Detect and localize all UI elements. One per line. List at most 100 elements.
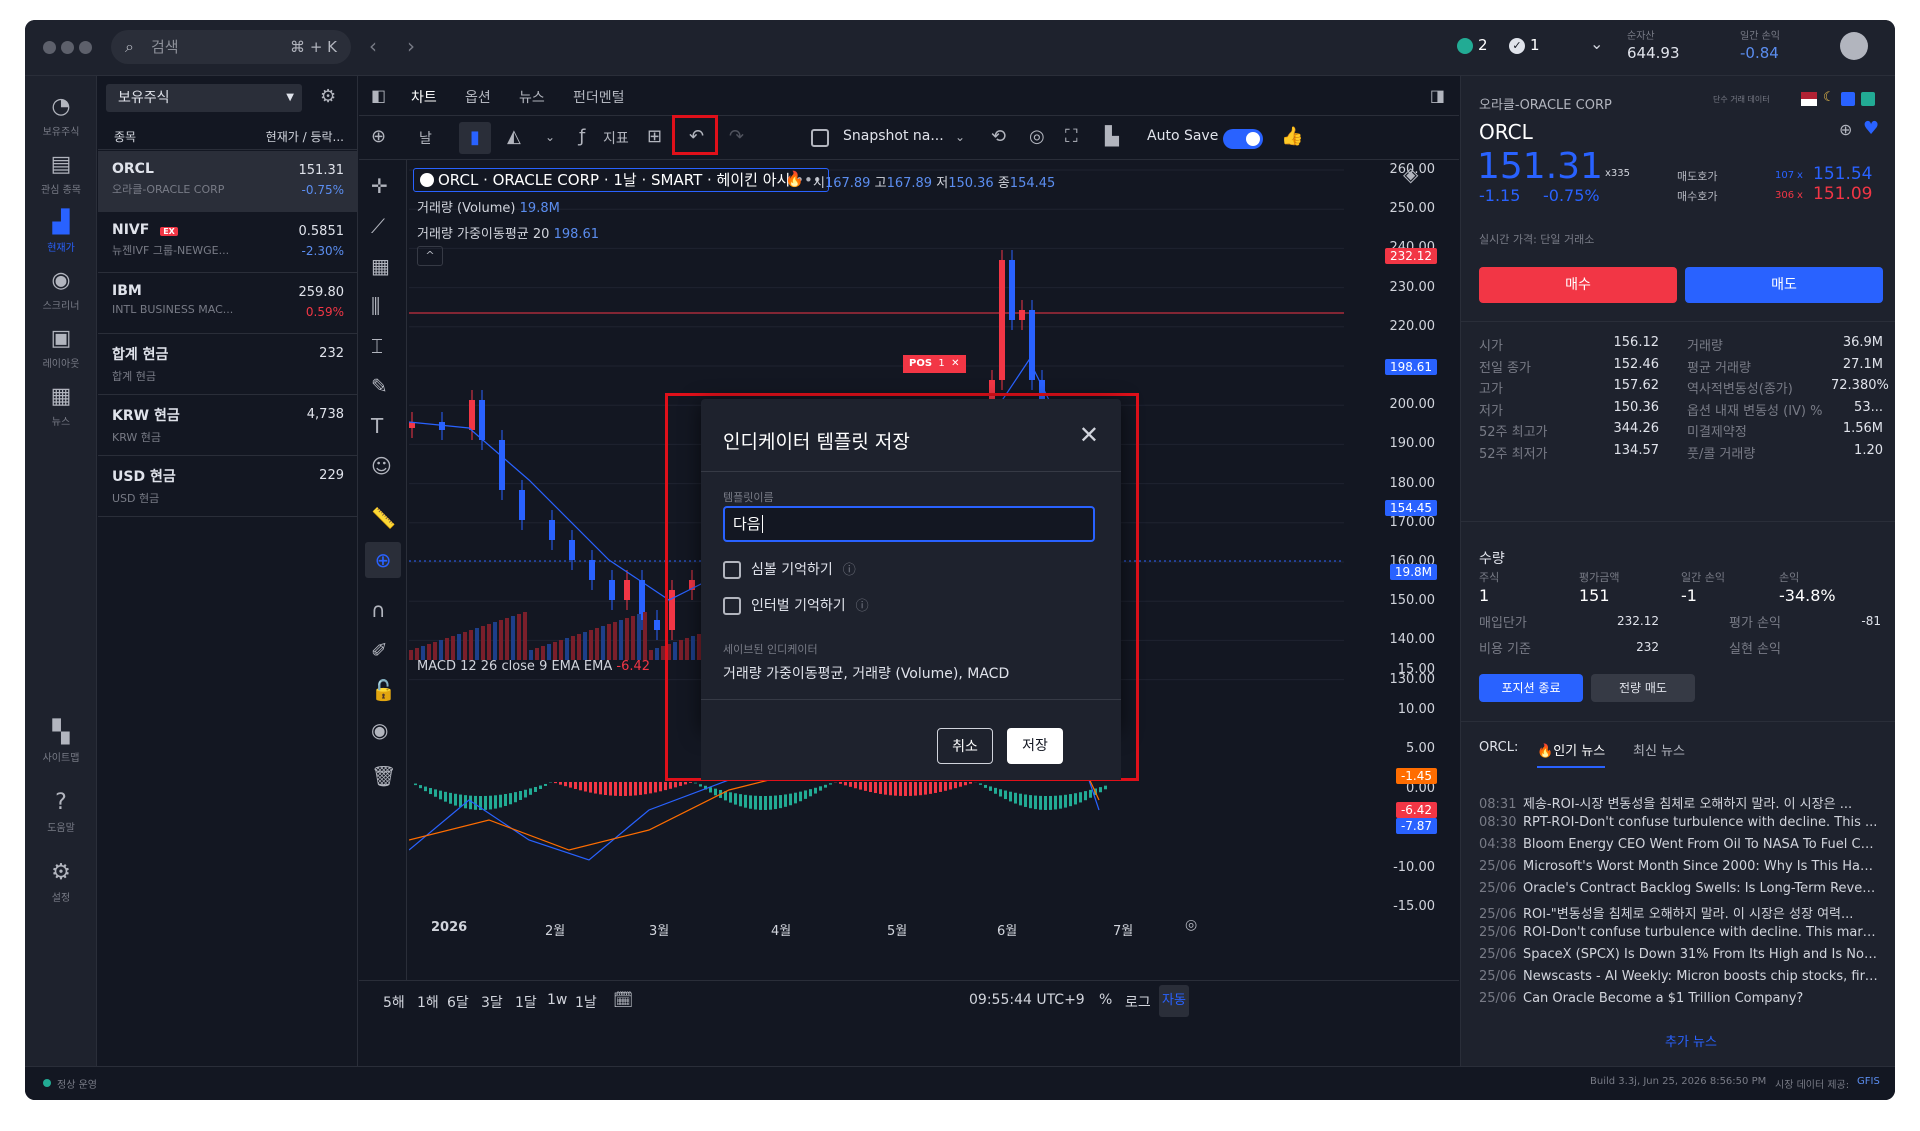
rail-item-help[interactable]: ? 도움말 <box>25 790 97 834</box>
eye-icon[interactable]: ◉ <box>371 718 388 742</box>
auto-scale-toggle[interactable]: 자동 <box>1159 985 1189 1017</box>
news-item[interactable]: 25/06 ROI-"변동성을 침체로 오해하지 말라. 이 시장은 성장 여력.… <box>1479 903 1879 922</box>
news-item[interactable]: 25/06 Newscasts - AI Weekly: Micron boost… <box>1479 969 1879 984</box>
brush-icon[interactable]: ✎ <box>371 374 388 398</box>
autosave-toggle[interactable] <box>1223 129 1263 149</box>
remember-interval-checkbox[interactable]: 인터벌 기억하기 ⓘ <box>723 595 869 615</box>
range-button[interactable]: 6달 <box>447 992 469 1012</box>
rail-item-portfolio[interactable]: ◔ 보유주식 <box>25 94 97 138</box>
text-icon[interactable]: T <box>371 414 383 438</box>
rail-item-screener[interactable]: ◉ 스크리너 <box>25 268 97 312</box>
news-item[interactable]: 08:30 RPT-ROI-Don't confuse turbulence wi… <box>1479 815 1879 830</box>
chevron-down-icon[interactable]: ⌄ <box>955 130 965 144</box>
panel-toggle-icon[interactable]: ◨ <box>1430 86 1445 105</box>
green-status-icon[interactable] <box>1457 38 1473 54</box>
news-item[interactable]: 25/06 SpaceX (SPCX) Is Down 31% From Its … <box>1479 947 1879 962</box>
rail-item-news[interactable]: ▦ 뉴스 <box>25 384 97 428</box>
watchlist-row[interactable]: ORCL 오라클-ORACLE CORP 151.31 -0.75% <box>98 151 358 212</box>
range-button[interactable]: 1w <box>547 992 567 1008</box>
snapshot-checkbox[interactable] <box>811 129 829 147</box>
cancel-button[interactable]: 취소 <box>937 728 993 764</box>
lock-icon[interactable]: 🔓 <box>371 678 396 702</box>
close-icon[interactable]: ✕ <box>951 358 959 369</box>
watchlist-row[interactable]: 합계 현금 합계 현금 232 <box>98 334 358 395</box>
remember-symbol-checkbox[interactable]: 심볼 기억하기 ⓘ <box>723 559 856 579</box>
percent-toggle[interactable]: % <box>1099 992 1112 1008</box>
range-button[interactable]: 1날 <box>575 992 597 1012</box>
watchlist-row[interactable]: USD 현금 USD 현금 229 <box>98 456 358 517</box>
tab-chart[interactable]: 차트 <box>411 87 437 107</box>
magnet-icon[interactable]: ∩ <box>371 598 386 622</box>
range-button[interactable]: 5해 <box>383 992 405 1012</box>
news-item[interactable]: 25/06 ROI-Don't confuse turbulence with d… <box>1479 925 1879 940</box>
heart-icon[interactable]: ♥ <box>1863 118 1879 139</box>
alert-bars-icon[interactable]: ▙ <box>1105 126 1119 147</box>
search-input[interactable]: ⌕ 검색 ⌘ + K <box>111 30 351 64</box>
info-icon[interactable]: ⓘ <box>856 599 869 614</box>
sidebar-toggle-icon[interactable]: ◧ <box>371 86 386 105</box>
col-price[interactable]: 현재가 / 등락... <box>266 128 344 145</box>
news-item[interactable]: 08:31 제송-ROI-시장 변동성을 침체로 오해하지 말라. 이 시장은 .… <box>1479 793 1879 812</box>
check-icon[interactable]: ✓ <box>1509 38 1525 54</box>
watchlist-row[interactable]: IBM INTL BUSINESS MAC... 259.80 0.59% <box>98 273 358 334</box>
tab-latest-news[interactable]: 최신 뉴스 <box>1633 740 1685 759</box>
tab-options[interactable]: 옵션 <box>465 87 491 107</box>
range-button[interactable]: 1달 <box>515 992 537 1012</box>
layers-icon[interactable]: ◈ <box>1403 162 1418 186</box>
function-icon[interactable]: ƒ <box>579 126 585 147</box>
emoji-icon[interactable]: ☺ <box>371 454 392 478</box>
add-symbol-icon[interactable]: ⊕ <box>371 126 386 147</box>
interval-button[interactable]: 날 <box>419 128 432 148</box>
forward-arrow-icon[interactable]: › <box>407 34 415 58</box>
pen-lock-icon[interactable]: ✐ <box>371 638 388 662</box>
rail-item-layout[interactable]: ▣ 레이아웃 <box>25 326 97 370</box>
camera-icon[interactable]: ◎ <box>1029 126 1045 147</box>
area-chart-icon[interactable]: ◭ <box>507 126 521 147</box>
tab-news[interactable]: 뉴스 <box>519 87 545 107</box>
back-arrow-icon[interactable]: ‹ <box>369 34 377 58</box>
candle-type-icon[interactable]: ▮ <box>459 122 491 154</box>
news-item[interactable]: 25/06 Microsoft's Worst Month Since 2000:… <box>1479 859 1879 874</box>
watchlist-row[interactable]: NIVF EX 뉴젠IVF 그룹-NEWGE... 0.5851 -2.30% <box>98 212 358 273</box>
sell-all-button[interactable]: 전량 매도 <box>1591 674 1695 702</box>
info-icon[interactable]: ⓘ <box>843 563 856 578</box>
news-item[interactable]: 25/06 Can Oracle Become a $1 Trillion Com… <box>1479 991 1879 1006</box>
buy-button[interactable]: 매수 <box>1479 267 1677 303</box>
col-symbol[interactable]: 종목 <box>114 128 136 145</box>
fib-icon[interactable]: ⫼ <box>371 294 380 318</box>
chevron-down-icon[interactable]: ⌄ <box>1590 34 1603 53</box>
watchlist-selector[interactable]: 보유주식 ▼ <box>106 84 302 112</box>
window-minimize-dot[interactable] <box>61 41 74 54</box>
news-item[interactable]: 04:38 Bloom Energy CEO Went From Oil To N… <box>1479 837 1879 852</box>
watchlist-row[interactable]: KRW 현금 KRW 현금 4,738 <box>98 395 358 456</box>
avatar[interactable] <box>1840 32 1868 60</box>
rail-item-quote[interactable]: ▟ 현재가 <box>25 210 97 254</box>
sell-button[interactable]: 매도 <box>1685 267 1883 303</box>
fullscreen-icon[interactable]: ⛶ <box>1065 126 1078 147</box>
data-provider[interactable]: GFIS <box>1857 1076 1880 1087</box>
settings-circle-icon[interactable]: ◎ <box>1185 917 1197 933</box>
window-zoom-dot[interactable] <box>79 41 92 54</box>
rail-item-watchlist[interactable]: ▤ 관심 종목 <box>25 152 97 196</box>
news-item[interactable]: 25/06 Oracle's Contract Backlog Swells: I… <box>1479 881 1879 896</box>
indicator-template-icon[interactable]: ⊞ <box>647 126 662 147</box>
more-news-link[interactable]: 추가 뉴스 <box>1665 1031 1717 1050</box>
symbol-legend[interactable]: ORCL · ORACLE CORP · 1날 · SMART · 헤이킨 아시… <box>413 168 829 192</box>
tab-popular-news[interactable]: 🔥인기 뉴스 <box>1537 740 1606 768</box>
rail-item-sitemap[interactable]: ▚ 사이트맵 <box>25 720 97 764</box>
replay-icon[interactable]: ⟲ <box>991 126 1006 147</box>
collapse-legend-button[interactable]: ^ <box>417 246 443 266</box>
range-button[interactable]: 3달 <box>481 992 503 1012</box>
trendline-icon[interactable]: ⟋ <box>371 214 385 238</box>
template-name-input[interactable]: 다음 <box>723 506 1095 542</box>
rail-item-settings[interactable]: ⚙ 설정 <box>25 860 97 904</box>
thumbs-icon[interactable]: 👍 <box>1281 126 1303 147</box>
save-button[interactable]: 저장 <box>1007 728 1063 764</box>
grid-icon[interactable]: ▦ <box>371 254 390 278</box>
crosshair-icon[interactable]: ✛ <box>371 174 388 198</box>
snapshot-name[interactable]: Snapshot na... <box>843 128 944 144</box>
close-position-button[interactable]: 포지션 종료 <box>1479 674 1583 702</box>
measure-icon[interactable]: ⌶ <box>371 334 383 358</box>
ruler-icon[interactable]: 📏 <box>371 506 396 530</box>
close-icon[interactable]: ✕ <box>1079 421 1099 449</box>
